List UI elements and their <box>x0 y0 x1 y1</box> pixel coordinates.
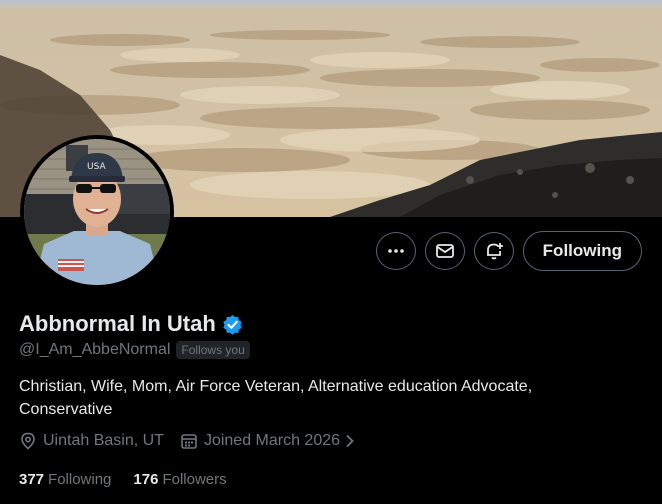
svg-text:USA: USA <box>87 162 106 172</box>
follows-you-badge: Follows you <box>176 341 250 359</box>
following-label: Following <box>48 471 112 488</box>
profile-meta: Uintah Basin, UT Joined March 2026 <box>19 432 377 450</box>
profile-bio: Christian, Wife, Mom, Air Force Veteran,… <box>19 378 533 418</box>
more-button[interactable] <box>375 232 416 270</box>
notify-button[interactable] <box>473 232 514 270</box>
joined-text: Joined March 2026 <box>203 432 341 449</box>
display-name: Abbnormal In Utah <box>19 311 216 336</box>
avatar-photo: USA <box>24 139 170 285</box>
profile-name-row: Abbnormal In Utah <box>19 311 243 337</box>
location-pin-icon <box>19 432 43 450</box>
chevron-right-icon <box>345 434 361 448</box>
location-text: Uintah Basin, UT <box>43 432 164 449</box>
calendar-icon <box>180 432 204 450</box>
profile-handle: @I_Am_AbbeNormal <box>19 341 171 358</box>
profile-actions: Following <box>367 231 642 271</box>
following-count: 377 <box>19 471 45 488</box>
followers-count: 176 <box>133 471 159 488</box>
followers-stat-link[interactable]: 176 Followers <box>133 471 226 488</box>
joined-item[interactable]: Joined March 2026 <box>180 432 361 450</box>
verified-badge-icon[interactable] <box>222 314 243 335</box>
profile-avatar[interactable]: USA <box>20 135 174 289</box>
location-item: Uintah Basin, UT <box>19 432 164 450</box>
envelope-icon <box>435 242 455 260</box>
handle-row: @I_Am_AbbeNormal Follows you <box>19 341 250 359</box>
profile-stats: 377 Following 176 Followers <box>19 471 249 488</box>
following-stat-link[interactable]: 377 Following <box>19 471 111 488</box>
message-button[interactable] <box>424 232 465 270</box>
bell-plus-icon <box>484 241 504 261</box>
more-dots-icon <box>387 242 405 260</box>
following-button[interactable]: Following <box>522 231 642 271</box>
followers-label: Followers <box>162 471 227 488</box>
